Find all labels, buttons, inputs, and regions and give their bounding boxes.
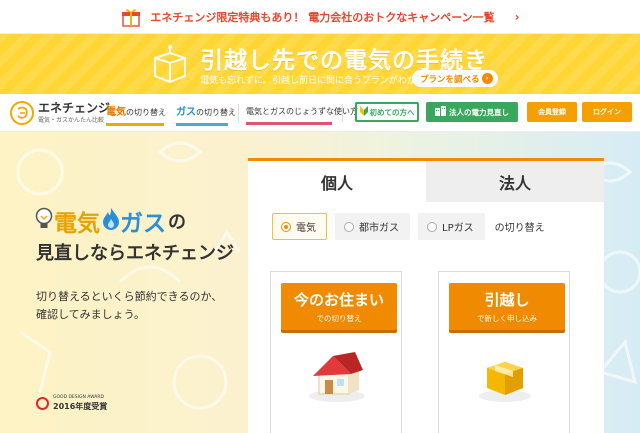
current-home-card: 今のお住まい での切り替え (270, 271, 402, 433)
login-button[interactable]: ログイン (582, 102, 632, 122)
headline-gas: ガス (120, 211, 166, 237)
moving-box-icon (473, 348, 537, 408)
moving-button[interactable]: 引越し で新しく申し込み (449, 283, 565, 330)
radio-electric-label: 電気 (296, 223, 316, 234)
good-design-award: GOOD DESIGN AWARD 2016年度受賞 (36, 395, 107, 412)
radio-electric[interactable]: 電気 (272, 213, 327, 240)
first-time-button[interactable]: 初めての方へ (355, 102, 419, 122)
nav-electric-rest: の切り替え (126, 108, 166, 117)
enechange-logo[interactable]: エネチェンジ 電気・ガスかんたん比較 (10, 101, 110, 125)
radio-city-gas-label: 都市ガス (359, 223, 399, 234)
register-button[interactable]: 会員登録 (527, 102, 577, 122)
energy-type-selector: 電気 都市ガス LPガス の切り替え (272, 213, 545, 240)
lightbulb-icon (34, 207, 54, 235)
moving-sub: で新しく申し込み (477, 314, 537, 323)
headline-electric: 電気 (54, 211, 100, 237)
radio-city-gas[interactable]: 都市ガス (335, 213, 410, 240)
find-plan-button[interactable]: プランを調べる › (412, 70, 498, 87)
radio-dot (344, 221, 354, 232)
hero-section: 電気 ガス の 見直しならエネチェンジ 切り替えるといくら節約できるのか、 確認… (0, 132, 640, 433)
logo-name: エネチェンジ (38, 101, 111, 115)
banner-subtitle: 電気も忘れずに。引越し前日に間に合うプランがわかる。 (200, 76, 434, 86)
award-year: 2016年度受賞 (53, 402, 108, 411)
campaign-promo-bar[interactable]: エネチェンジ限定特典もあり！ 電力会社のおトクなキャンペーン一覧 › (0, 0, 640, 34)
nav-electric-main: 電気 (106, 107, 126, 118)
main-nav: エネチェンジ 電気・ガスかんたん比較 電気の切り替え ガスの切り替え 電気とガス… (0, 94, 640, 132)
chevron-right-icon: › (514, 9, 520, 24)
moving-banner[interactable]: 引越し先での電気の手続き 電気も忘れずに。引越し前日に間に合うプランがわかる。 … (0, 34, 640, 94)
promo-text: エネチェンジ限定特典もあり！ 電力会社のおトクなキャンペーン一覧 (150, 10, 495, 24)
nav-usage-tips[interactable]: 電気とガスのじょうずな使い方 (246, 106, 358, 125)
switch-panel: 個人 法人 電気 都市ガス LPガス の切り替え 今のお住まい での切り替え 引… (248, 158, 604, 433)
radio-dot (281, 221, 291, 232)
chevron-right-icon: › (481, 73, 493, 84)
gas-flame-icon (102, 207, 120, 235)
tab-individual[interactable]: 個人 (248, 161, 426, 202)
house-icon (305, 348, 369, 408)
headline-particle: の (168, 212, 186, 233)
first-time-label: 初めての方へ (369, 107, 415, 117)
current-home-sub: での切り替え (316, 314, 362, 323)
beginner-leaf-icon (359, 106, 368, 118)
moving-card: 引越し で新しく申し込み (438, 271, 570, 433)
nav-gas-switch[interactable]: ガスの切り替え (176, 103, 236, 126)
gift-icon (120, 7, 142, 27)
hero-description: 切り替えるといくら節約できるのか、 確認してみましょう。 (36, 288, 222, 324)
hero-description-line2: 確認してみましょう。 (36, 308, 146, 321)
nav-divider (238, 104, 239, 122)
building-icon (435, 106, 446, 118)
cardboard-box-icon (152, 44, 188, 88)
nav-gas-rest: の切り替え (196, 108, 236, 117)
nav-gas-main: ガス (176, 107, 196, 118)
current-home-main: 今のお住まい (293, 291, 384, 309)
nav-electric-switch[interactable]: 電気の切り替え (106, 103, 166, 126)
corporate-review-label: 法人の電力見直し (449, 107, 509, 117)
switch-suffix-label: の切り替え (494, 223, 545, 234)
hero-description-line1: 切り替えるといくら節約できるのか、 (36, 290, 223, 303)
hero-headline-line2: 見直しならエネチェンジ (36, 243, 234, 264)
tab-corporate[interactable]: 法人 (426, 161, 604, 202)
current-home-button[interactable]: 今のお住まい での切り替え (281, 283, 397, 330)
find-plan-label: プランを調べる (420, 74, 480, 85)
radio-lp-gas[interactable]: LPガス (418, 213, 485, 240)
radio-lp-gas-label: LPガス (442, 223, 474, 234)
corporate-review-button[interactable]: 法人の電力見直し (426, 102, 518, 122)
radio-dot (427, 221, 437, 232)
hero-headline: 電気 ガス の (34, 204, 186, 238)
nav-divider (342, 104, 343, 122)
moving-main: 引越し (484, 291, 530, 309)
logo-mark-icon (10, 101, 34, 125)
g-mark-icon (36, 397, 49, 410)
logo-tagline: 電気・ガスかんたん比較 (38, 117, 105, 124)
